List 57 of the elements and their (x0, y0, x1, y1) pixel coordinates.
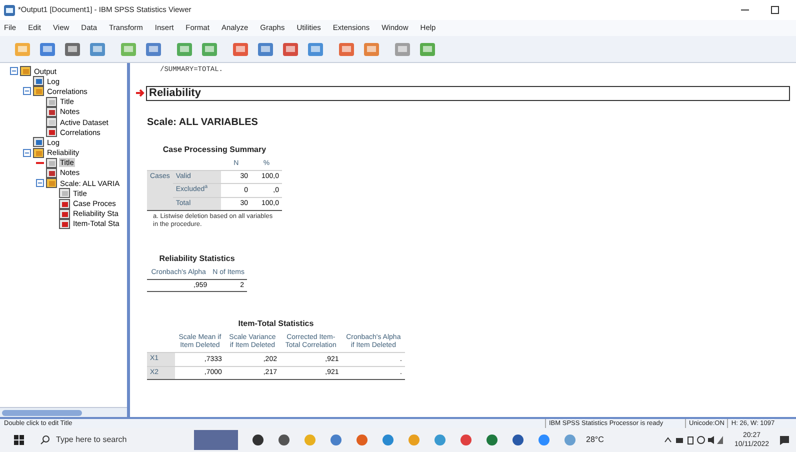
toolbar-tool-icon[interactable] (145, 40, 162, 58)
notes-icon (46, 168, 57, 178)
toolbar-tool-icon[interactable] (419, 40, 436, 58)
table-title: Case Processing Summary (162, 144, 268, 156)
current-marker (36, 162, 44, 164)
collapse-icon[interactable] (36, 179, 44, 188)
taskbar-app-icon[interactable] (252, 434, 264, 446)
table-title: Item-Total Statistics (237, 318, 315, 330)
section-heading: Reliability (149, 86, 201, 101)
toolbar-tool-icon[interactable] (64, 40, 81, 58)
title-icon (46, 96, 57, 107)
toolbar-tool-icon[interactable] (201, 40, 218, 58)
system-tray-icons[interactable] (664, 435, 724, 445)
collapse-icon[interactable] (10, 67, 18, 76)
taskbar-app-icon[interactable] (278, 434, 290, 446)
toolbar-tool-icon[interactable] (363, 40, 380, 58)
book-icon (33, 148, 44, 158)
collapse-icon[interactable] (23, 148, 31, 157)
maximize-icon[interactable] (770, 5, 780, 15)
toolbar-tool-icon[interactable] (394, 40, 411, 58)
table-title: Reliability Statistics (158, 253, 236, 265)
search-icon (40, 435, 50, 445)
title-icon (46, 158, 57, 168)
log-icon (33, 137, 44, 148)
toolbar-tool-icon[interactable] (120, 40, 137, 58)
search-field[interactable]: Type here to search (56, 434, 176, 446)
table-icon (59, 198, 70, 209)
book-icon (33, 86, 44, 96)
toolbar-tool-icon[interactable] (307, 40, 324, 58)
table-icon (59, 218, 70, 229)
arrow-marker-icon (136, 89, 146, 97)
title-icon (59, 188, 70, 198)
app-icon (4, 4, 15, 16)
collapse-icon[interactable] (23, 87, 31, 96)
toolbar-tool-icon[interactable] (232, 40, 249, 58)
taskbar-app-icon[interactable] (512, 434, 524, 446)
heading-box[interactable]: Reliability (146, 86, 790, 100)
toolbar-tool-icon[interactable] (282, 40, 299, 58)
dataset-icon (46, 117, 57, 128)
notification-icon[interactable] (779, 434, 790, 446)
toolbar-tool-icon[interactable] (176, 40, 193, 58)
taskbar-app-icon[interactable] (486, 434, 498, 446)
log-icon (33, 76, 44, 86)
table-icon (59, 208, 70, 219)
toolbar-tool-icon[interactable] (338, 40, 355, 58)
thumbnail-placeholder (194, 430, 238, 450)
notes-icon (46, 106, 57, 117)
toolbar-tool-icon[interactable] (257, 40, 274, 58)
windows-start-icon[interactable] (14, 435, 24, 445)
horizontal-scrollbar[interactable] (0, 407, 127, 417)
toolbar-tool-icon[interactable] (39, 40, 56, 58)
toolbar-tool-icon[interactable] (89, 40, 106, 58)
scale-title: Scale: ALL VARIABLES (147, 116, 258, 130)
weather-text: 28°C (586, 434, 604, 446)
book-icon (20, 66, 31, 76)
table-icon (46, 127, 57, 138)
book-icon (46, 178, 57, 188)
